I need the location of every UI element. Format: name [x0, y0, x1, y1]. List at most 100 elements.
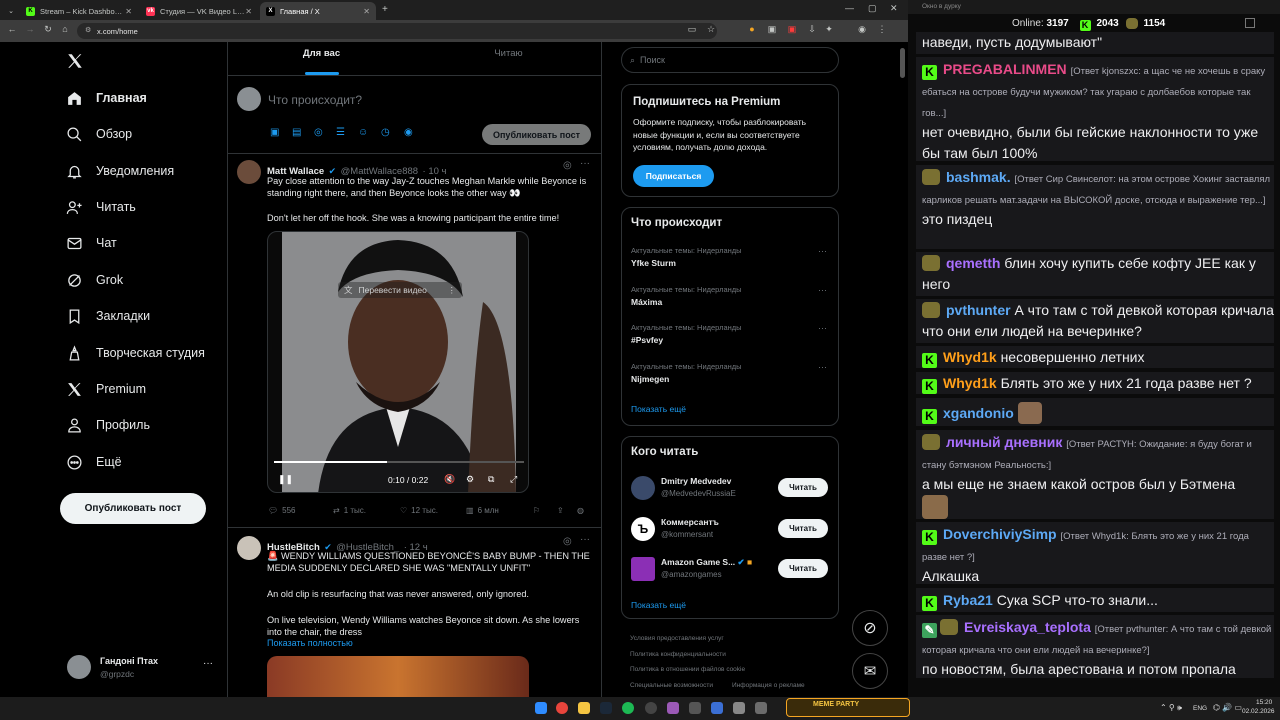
- trend-item[interactable]: Актуальные темы: Нидерланды Nijmegen ···: [631, 362, 831, 384]
- close-tab-icon[interactable]: ✕: [363, 7, 370, 16]
- reply-button[interactable]: 💬︎ 556: [268, 506, 296, 515]
- grok-icon[interactable]: ◎: [563, 536, 572, 547]
- chat-username[interactable]: Ryba21: [943, 592, 993, 608]
- sidebar-item-more[interactable]: Ещё: [66, 450, 122, 474]
- chat-username[interactable]: личный дневник: [946, 434, 1062, 450]
- who-to-follow-show-more[interactable]: Показать ещё: [631, 600, 686, 610]
- tab-for-you[interactable]: Для вас: [228, 48, 415, 59]
- footer-link[interactable]: Политика в отношении файлов cookie: [630, 666, 745, 673]
- menu-icon[interactable]: ⋮: [875, 24, 889, 35]
- sidebar-item-premium[interactable]: Premium: [66, 377, 146, 401]
- chat-username[interactable]: xgandonio: [943, 405, 1014, 421]
- chat-username[interactable]: Whyd1k: [943, 375, 997, 391]
- chat-username[interactable]: Whyd1k: [943, 349, 997, 365]
- like-button[interactable]: ♡ 12 тыс.: [400, 506, 438, 515]
- more-options-icon[interactable]: ···: [818, 323, 827, 333]
- chat-username[interactable]: PREGABALINMEN: [943, 61, 1067, 77]
- chat-username[interactable]: bashmak.: [946, 169, 1011, 185]
- download-icon[interactable]: ⇩: [805, 24, 819, 35]
- forward-icon[interactable]: →: [23, 24, 37, 34]
- search-input[interactable]: ⌕ Поиск: [621, 47, 839, 73]
- show-more-link[interactable]: Показать полностью: [267, 638, 353, 648]
- trends-show-more[interactable]: Показать ещё: [631, 404, 686, 414]
- new-tab-button[interactable]: +: [382, 4, 388, 15]
- scrollbar[interactable]: [900, 48, 905, 78]
- more-options-icon[interactable]: ···: [818, 285, 827, 295]
- sidebar-item-follow[interactable]: Читать: [66, 195, 136, 219]
- app-icon[interactable]: [711, 702, 723, 714]
- window-control-icon[interactable]: [1245, 18, 1255, 28]
- tweet-video[interactable]: 文 Перевести видео ⋮ ❚❚ 0:10 / 0:22 🔇 ⚙ ⧉…: [267, 231, 529, 493]
- chrome-icon[interactable]: [556, 702, 568, 714]
- trend-item[interactable]: Актуальные темы: Нидерланды Yfke Sturm ·…: [631, 246, 831, 268]
- settings-icon[interactable]: ⚙: [466, 474, 474, 485]
- tweet-image[interactable]: [267, 656, 529, 697]
- reload-icon[interactable]: ↻: [41, 24, 55, 35]
- grok-icon[interactable]: ◎: [563, 160, 572, 171]
- tab-list-button[interactable]: ⌄: [4, 2, 18, 20]
- steam-icon[interactable]: [600, 702, 612, 714]
- grok-icon[interactable]: ◎: [314, 127, 323, 138]
- app-icon[interactable]: [667, 702, 679, 714]
- chat-username[interactable]: Evreiskaya_teplota: [964, 619, 1091, 635]
- clock-time[interactable]: 15:20: [1256, 699, 1272, 706]
- globe-icon[interactable]: ◍: [577, 506, 584, 515]
- sidebar-item-profile[interactable]: Профиль: [66, 413, 150, 437]
- follow-suggestion[interactable]: Ъ Коммерсантъ @kommersant Читать: [631, 515, 831, 545]
- sidebar-item-explore[interactable]: Обзор: [66, 122, 132, 146]
- extension-icon[interactable]: ●: [745, 24, 759, 34]
- grok-floating-button[interactable]: ⊘: [852, 610, 888, 646]
- video-progress-track[interactable]: [274, 461, 524, 463]
- network-icon[interactable]: ⌬ 🔊 ▭: [1213, 703, 1242, 712]
- obs-icon[interactable]: [645, 702, 657, 714]
- messages-floating-button[interactable]: ✉: [852, 653, 888, 689]
- views-button[interactable]: ▥ 6 млн: [466, 506, 499, 515]
- avatar[interactable]: [237, 160, 261, 184]
- close-window-button[interactable]: ✕: [890, 3, 898, 14]
- more-options-icon[interactable]: ⋮: [448, 285, 457, 296]
- pip-icon[interactable]: ⧉: [488, 474, 494, 485]
- follow-button[interactable]: Читать: [778, 519, 828, 538]
- back-icon[interactable]: ←: [5, 24, 19, 34]
- more-options-icon[interactable]: ···: [818, 246, 827, 256]
- sidebar-item-notifications[interactable]: Уведомления: [66, 159, 174, 183]
- repost-button[interactable]: ⇄ 1 тыс.: [333, 506, 366, 515]
- extensions-puzzle-icon[interactable]: ✦: [822, 24, 836, 35]
- star-icon[interactable]: ☆: [704, 24, 718, 35]
- pause-icon[interactable]: ❚❚: [278, 474, 293, 485]
- compose-input[interactable]: Что происходит?: [268, 93, 362, 107]
- explorer-icon[interactable]: [578, 702, 590, 714]
- sidebar-item-chat[interactable]: Чат: [66, 231, 117, 255]
- sidebar-item-bookmarks[interactable]: Закладки: [66, 304, 150, 328]
- follow-suggestion[interactable]: Dmitry Medvedev @MedvedevRussiaE Читать: [631, 474, 831, 504]
- tab-x[interactable]: X Главная / X ✕: [260, 2, 376, 20]
- follow-suggestion[interactable]: Amazon Game S... ✔ ■ @amazongames Читать: [631, 555, 831, 585]
- trend-item[interactable]: Актуальные темы: Нидерланды Máxima ···: [631, 285, 831, 307]
- footer-link[interactable]: Специальные возможности: [630, 682, 713, 689]
- sidebar-item-grok[interactable]: Grok: [66, 268, 123, 292]
- location-icon[interactable]: ◉: [404, 127, 413, 138]
- close-tab-icon[interactable]: ✕: [125, 7, 132, 16]
- chat-username[interactable]: qemetth: [946, 255, 1000, 271]
- site-info-icon[interactable]: ⚙: [85, 26, 91, 34]
- extension-icon[interactable]: ▣: [785, 24, 799, 35]
- address-bar[interactable]: ⚙ x.com/home: [77, 23, 717, 39]
- account-switcher[interactable]: Гандоні Птах @grpzdc ···: [60, 650, 220, 686]
- emoji-icon[interactable]: ☺: [358, 127, 368, 138]
- close-tab-icon[interactable]: ✕: [245, 7, 252, 16]
- sidebar-item-home[interactable]: Главная: [66, 86, 147, 110]
- mute-icon[interactable]: 🔇: [444, 474, 455, 485]
- compose-post-button[interactable]: Опубликовать пост: [482, 124, 591, 145]
- more-options-icon[interactable]: ···: [580, 534, 590, 545]
- sidebar-post-button[interactable]: Опубликовать пост: [60, 493, 206, 524]
- spotify-icon[interactable]: [622, 702, 634, 714]
- subscribe-button[interactable]: Подписаться: [633, 165, 714, 187]
- home-icon[interactable]: ⌂: [58, 24, 72, 34]
- profile-icon[interactable]: ◉: [855, 24, 869, 35]
- translate-video-button[interactable]: 文 Перевести видео ⋮: [338, 282, 462, 298]
- minimize-button[interactable]: —: [845, 3, 854, 13]
- chat-username[interactable]: DoverchiviySimp: [943, 526, 1057, 542]
- maximize-button[interactable]: ▢: [868, 3, 877, 14]
- share-icon[interactable]: ⇪: [557, 506, 564, 515]
- footer-link[interactable]: Информация о рекламе: [732, 682, 805, 689]
